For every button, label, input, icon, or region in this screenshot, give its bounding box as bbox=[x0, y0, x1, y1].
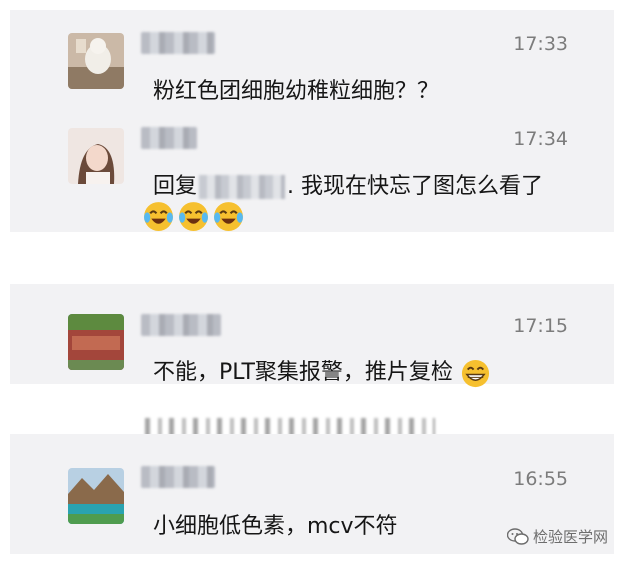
sender-name bbox=[141, 127, 197, 149]
crying-laugh-emoji bbox=[144, 202, 173, 231]
crying-laugh-emoji bbox=[179, 202, 208, 231]
message-time: 17:34 bbox=[513, 128, 568, 150]
avatar[interactable] bbox=[68, 468, 124, 524]
message-text: 粉红色团细胞幼稚粒细胞？？ bbox=[153, 79, 440, 104]
message-body: 不能，PLT聚集报警，推片复检 bbox=[153, 360, 453, 385]
wechat-icon bbox=[506, 527, 529, 545]
message-text: 小细胞低色素，mcv不符 bbox=[153, 514, 398, 539]
message-time: 17:15 bbox=[513, 315, 568, 337]
sender-name bbox=[141, 32, 215, 54]
chat-panel-2: 17:15 不能，PLT聚集报警，推片复检 bbox=[10, 284, 614, 387]
watermark-text: 检验医学网 bbox=[532, 528, 608, 546]
message-text: 不能，PLT聚集报警，推片复检 bbox=[153, 354, 491, 389]
reply-message: 回复 . 我现在快忘了图怎么看了 bbox=[153, 168, 543, 200]
emoji-row bbox=[142, 200, 245, 233]
sender-name bbox=[141, 466, 215, 488]
crying-laugh-emoji bbox=[214, 202, 243, 231]
message-text: . 我现在快忘了图怎么看了 bbox=[287, 174, 544, 199]
avatar[interactable] bbox=[68, 128, 124, 184]
watermark: 检验医学网 bbox=[506, 526, 608, 547]
mentioned-name bbox=[199, 175, 286, 199]
avatar[interactable] bbox=[68, 33, 124, 89]
grin-emoji bbox=[461, 359, 489, 387]
chat-panel-1: 17:33 粉红色团细胞幼稚粒细胞？？ 17:34 回复 . 我现在快忘了图怎么看… bbox=[10, 10, 614, 232]
message-time: 16:55 bbox=[513, 468, 568, 490]
sender-name bbox=[141, 314, 221, 336]
message-time: 17:33 bbox=[513, 33, 568, 55]
avatar[interactable] bbox=[68, 314, 124, 370]
reply-prefix: 回复 bbox=[153, 174, 198, 199]
